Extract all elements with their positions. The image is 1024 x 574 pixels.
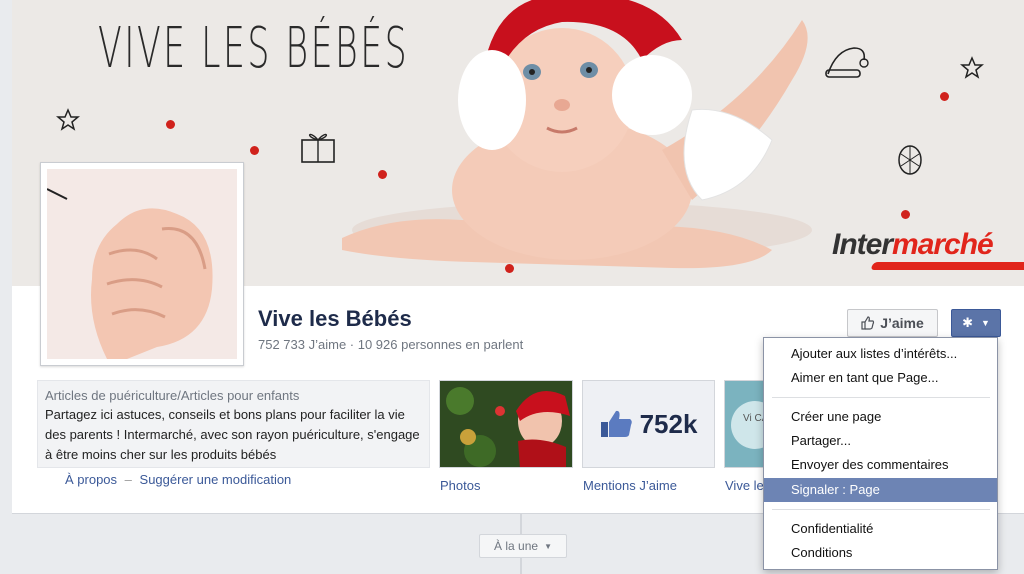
chevron-down-icon: ▼ [980,318,990,328]
menu-item-share[interactable]: Partager... [764,429,997,453]
profile-photo-fist [47,169,237,359]
star-doodle-icon [56,108,80,131]
about-links: À propos – Suggérer une modification [65,472,291,487]
likes-tile[interactable]: 752k [582,380,715,468]
photos-tile[interactable] [439,380,573,468]
likes-count: 752k [639,408,698,439]
thumbs-up-icon [861,316,875,330]
likes-tile-label[interactable]: Mentions J’aime [583,478,677,493]
page-stats: 752 733 J’aime · 10 926 personnes en par… [258,337,524,352]
decor-dot [166,120,175,129]
app-tile-label[interactable]: Vive le [725,478,764,493]
menu-item-send-feedback[interactable]: Envoyer des commentaires [764,453,997,477]
menu-separator [772,509,990,510]
profile-picture[interactable] [40,162,244,366]
page-description: Partagez ici astuces, conseils et bons p… [45,407,420,462]
christmas-photo-thumbnail [440,381,572,467]
app-tile[interactable]: Vi CA [724,380,766,468]
menu-item-report-page[interactable]: Signaler : Page [764,478,997,502]
photos-tile-label[interactable]: Photos [440,478,480,493]
intermarche-logo: Intermarché [832,228,994,261]
page-title[interactable]: Vive les Bébés [258,306,412,332]
like-button[interactable]: J’aime [847,309,938,337]
decor-dot [250,146,259,155]
decor-dot [940,92,949,101]
highlights-filter-label: À la une [494,539,539,553]
menu-separator [772,397,990,398]
page-options-button[interactable]: ✱ ▼ [951,309,1001,337]
baby-photo [342,0,812,269]
decor-dot [901,210,910,219]
menu-item-like-as-page[interactable]: Aimer en tant que Page... [764,366,997,390]
app-thumbnail: Vi CA [725,381,765,467]
menu-item-create-page[interactable]: Créer une page [764,405,997,429]
link-separator: – [124,472,132,487]
about-box: Articles de puériculture/Articles pour e… [37,380,430,468]
logo-swoosh [870,262,1024,270]
highlights-filter-button[interactable]: À la une ▼ [479,534,567,558]
star-doodle-icon [960,56,984,79]
page-category: Articles de puériculture/Articles pour e… [45,388,300,403]
menu-item-terms[interactable]: Conditions [764,541,997,565]
pinecone-doodle-icon [898,145,922,175]
page-options-menu: Ajouter aux listes d’intérêts... Aimer e… [763,337,998,570]
about-link[interactable]: À propos [65,472,117,487]
like-button-label: J’aime [880,315,924,331]
menu-item-privacy[interactable]: Confidentialité [764,517,997,541]
gear-icon: ✱ [962,315,973,330]
suggest-edit-link[interactable]: Suggérer une modification [140,472,292,487]
menu-item-add-to-interests[interactable]: Ajouter aux listes d’intérêts... [764,342,997,366]
thumbs-up-icon [600,410,632,437]
chevron-down-icon: ▼ [544,541,552,551]
